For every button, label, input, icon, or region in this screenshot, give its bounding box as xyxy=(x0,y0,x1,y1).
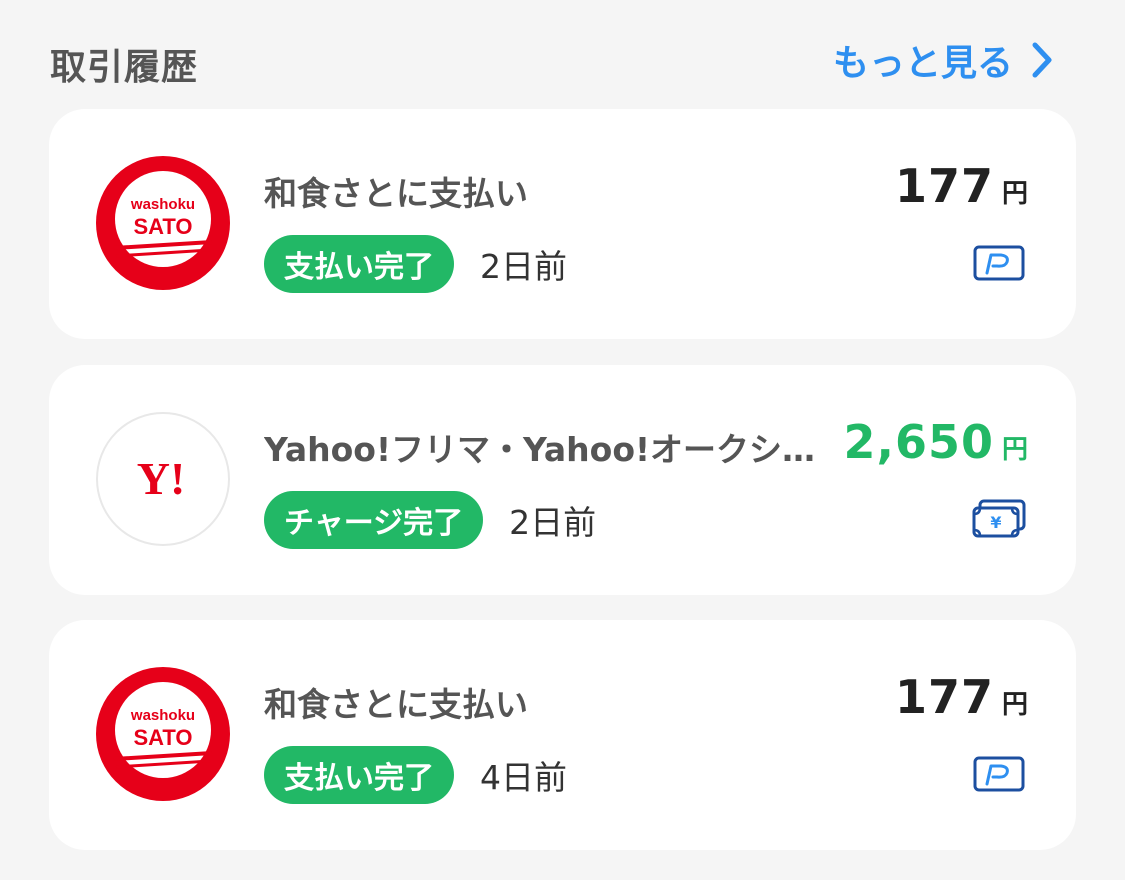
transaction-history-header: 取引履歴 もっと見る xyxy=(0,0,1125,110)
chevron-right-icon xyxy=(1031,42,1053,78)
yahoo-logo: Y! xyxy=(96,412,230,546)
transaction-card[interactable]: washoku SATO 和食さとに支払い 支払い完了 4日前 177 円 xyxy=(49,620,1076,850)
status-badge: チャージ完了 xyxy=(264,491,484,549)
paypay-money-icon xyxy=(972,243,1026,283)
svg-text:washoku: washoku xyxy=(130,196,195,213)
svg-text:washoku: washoku xyxy=(130,707,195,724)
yen-bill-icon: ¥ xyxy=(972,499,1026,539)
svg-text:¥: ¥ xyxy=(990,513,1001,532)
merchant-name: Yahoo!フリマ・Yahoo!オークシ… xyxy=(264,430,816,469)
paypay-money-icon xyxy=(972,754,1026,794)
svg-text:Y!: Y! xyxy=(137,453,186,504)
amount-value: 177 xyxy=(894,670,994,724)
amount: 177 円 xyxy=(895,159,1028,213)
see-more-label: もっと見る xyxy=(832,43,1013,84)
amount-value: 177 xyxy=(894,159,994,213)
see-more-link[interactable]: もっと見る xyxy=(833,34,1053,86)
transaction-card[interactable]: Y! Yahoo!フリマ・Yahoo!オークシ… チャージ完了 2日前 2,65… xyxy=(49,365,1076,595)
transaction-card[interactable]: washoku SATO 和食さとに支払い 支払い完了 2日前 177 円 xyxy=(49,109,1076,339)
merchant-name: 和食さとに支払い xyxy=(264,685,528,724)
status-row: 支払い完了 2日前 xyxy=(264,233,567,295)
currency-unit: 円 xyxy=(1001,690,1028,720)
currency-unit: 円 xyxy=(1001,435,1028,465)
washoku-sato-logo: washoku SATO xyxy=(96,667,230,801)
currency-unit: 円 xyxy=(1001,179,1028,209)
relative-date: 4日前 xyxy=(480,758,567,797)
svg-text:SATO: SATO xyxy=(133,725,192,750)
relative-date: 2日前 xyxy=(480,247,567,286)
washoku-sato-logo: washoku SATO xyxy=(96,156,230,290)
status-badge: 支払い完了 xyxy=(264,746,454,804)
status-row: チャージ完了 2日前 xyxy=(264,489,596,551)
svg-text:SATO: SATO xyxy=(133,214,192,239)
amount: 177 円 xyxy=(895,670,1028,724)
relative-date: 2日前 xyxy=(509,503,597,542)
status-row: 支払い完了 4日前 xyxy=(264,744,567,806)
amount: 2,650 円 xyxy=(843,415,1028,469)
amount-value: 2,650 xyxy=(843,415,994,469)
status-badge: 支払い完了 xyxy=(264,235,454,293)
merchant-name: 和食さとに支払い xyxy=(264,174,528,213)
section-title: 取引履歴 xyxy=(50,47,199,88)
